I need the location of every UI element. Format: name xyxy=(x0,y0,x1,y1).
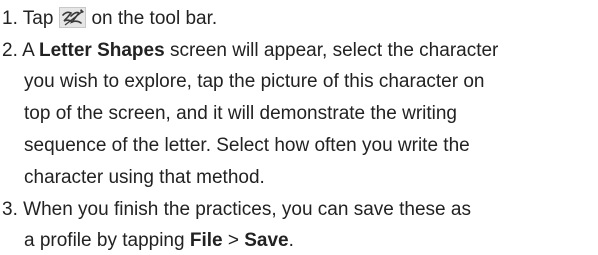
file-menu-term: File xyxy=(189,230,223,251)
letter-shapes-term: Letter Shapes xyxy=(39,40,165,61)
step-1-number: 1. xyxy=(2,8,18,29)
instructions-document: 1. Tap on the tool bar. 2. A Letter Shap… xyxy=(0,0,598,255)
save-command-term: Save xyxy=(244,230,289,251)
step-3-text-1: When you finish the practices, you can s… xyxy=(23,199,471,220)
step-1: 1. Tap on the tool bar. xyxy=(2,6,218,30)
step-2-line-5: character using that method. xyxy=(24,167,265,188)
letter-shapes-tool-icon xyxy=(59,6,87,28)
step-1-text-before: Tap xyxy=(22,8,54,29)
step-1-text-after: on the tool bar. xyxy=(91,8,218,29)
step-3-period: . xyxy=(288,230,294,251)
step-3-number: 3. xyxy=(2,199,18,220)
step-2-line-3: top of the screen, and it will demonstra… xyxy=(24,103,458,124)
step-3-text-2: a profile by tapping xyxy=(24,230,185,251)
step-2-line-2: you wish to explore, tap the picture of … xyxy=(24,71,485,92)
step-2-text-b: screen will appear, select the character xyxy=(169,40,499,61)
menu-separator: > xyxy=(227,230,239,251)
step-2-number: 2. xyxy=(2,40,18,61)
step-2-text-a: A xyxy=(22,40,34,61)
step-3-line-2: a profile by tapping File > Save. xyxy=(24,230,294,252)
step-3-line-1: 3. When you finish the practices, you ca… xyxy=(2,199,471,221)
step-2-line-1: 2. A Letter Shapes screen will appear, s… xyxy=(2,40,498,62)
step-2-line-4: sequence of the letter. Select how often… xyxy=(24,135,470,156)
